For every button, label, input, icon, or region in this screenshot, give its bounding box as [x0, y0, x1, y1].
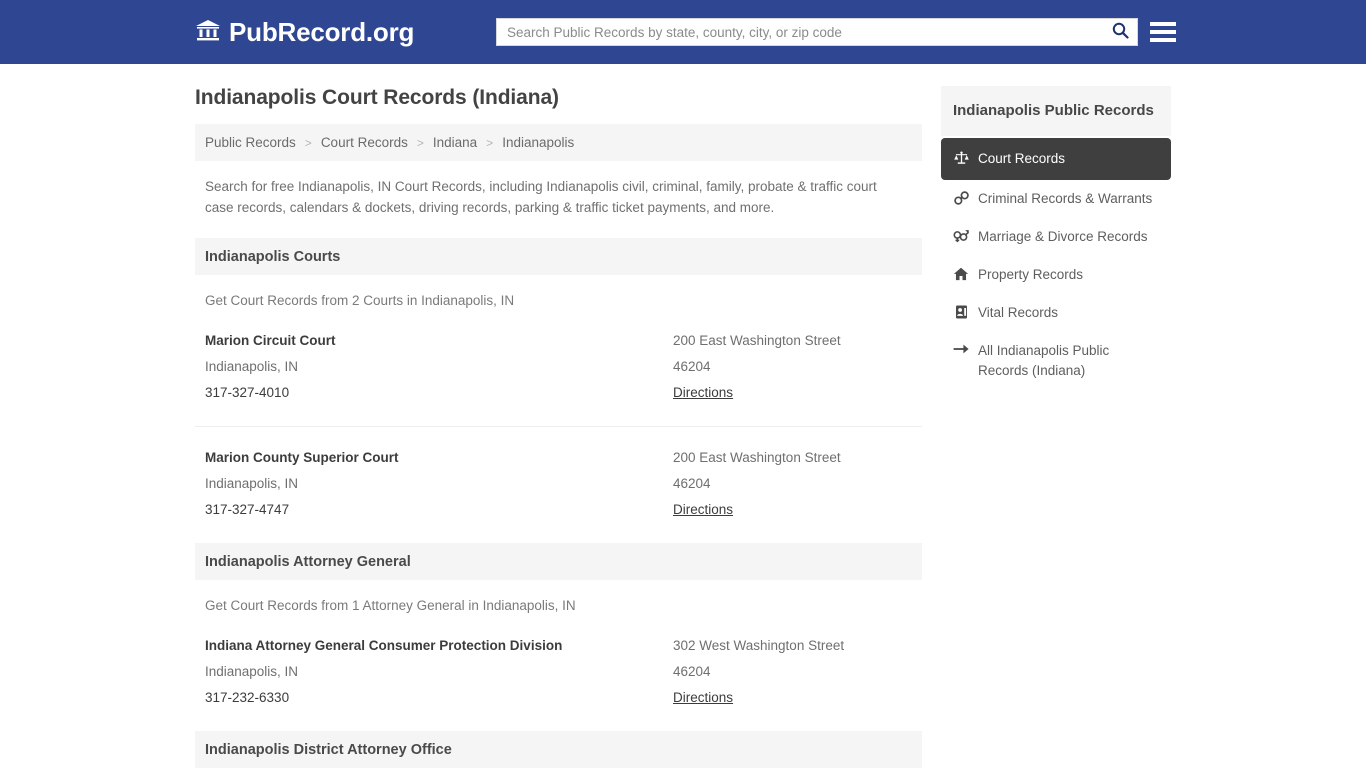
sidebar-item-label: Marriage & Divorce Records: [977, 229, 1148, 244]
sidebar-item-marriage-divorce[interactable]: Marriage & Divorce Records: [941, 218, 1171, 256]
listing-zip: 46204: [673, 664, 711, 679]
id-card-icon: [953, 305, 970, 319]
sidebar-heading: Indianapolis Public Records: [940, 86, 1171, 136]
sidebar-item-label: Property Records: [977, 267, 1084, 282]
listing-city-state: Indianapolis, IN: [205, 664, 299, 679]
directions-link[interactable]: Directions: [673, 690, 733, 705]
section-courts: Indianapolis Courts Get Court Records fr…: [195, 238, 922, 523]
breadcrumb-item-2[interactable]: Indiana: [433, 135, 477, 150]
balance-scale-icon: [953, 151, 970, 165]
handcuffs-icon: [953, 191, 970, 205]
search-icon: [1112, 22, 1129, 42]
search-button[interactable]: [1103, 19, 1137, 45]
listing-details: Indiana Attorney General Consumer Protec…: [205, 633, 673, 711]
sidebar-item-court-records[interactable]: Court Records: [940, 138, 1171, 180]
listing-phone[interactable]: 317-232-6330: [205, 685, 673, 711]
listing-row: Indiana Attorney General Consumer Protec…: [195, 613, 922, 711]
menu-bar-1: [1150, 22, 1176, 26]
section-heading: Indianapolis Courts: [195, 238, 922, 275]
breadcrumb: Public Records > Court Records > Indiana…: [195, 124, 922, 161]
listing-phone[interactable]: 317-327-4747: [205, 497, 673, 523]
breadcrumb-separator: >: [416, 135, 424, 150]
sidebar-list: Court Records Criminal Records & Warrant…: [940, 138, 1171, 390]
section-attorney-general: Indianapolis Attorney General Get Court …: [195, 543, 922, 711]
bank-building-icon: [195, 18, 221, 47]
venus-mars-icon: [953, 229, 970, 243]
listing-city-state: Indianapolis, IN: [205, 359, 299, 374]
listing-row: Marion County Superior Court Indianapoli…: [195, 426, 922, 523]
listing-zip: 46204: [673, 359, 711, 374]
search-bar: [496, 18, 1138, 46]
sidebar-item-label: All Indianapolis Public Records (Indiana…: [977, 343, 1110, 378]
menu-bar-3: [1150, 38, 1176, 42]
sidebar: Indianapolis Public Records Court Record…: [940, 86, 1171, 768]
hamburger-menu-icon[interactable]: [1150, 18, 1176, 46]
listing-address: 200 East Washington Street: [673, 450, 841, 465]
listing-address: 200 East Washington Street: [673, 333, 841, 348]
listing-name[interactable]: Indiana Attorney General Consumer Protec…: [205, 633, 673, 659]
home-icon: [953, 267, 970, 281]
page-title: Indianapolis Court Records (Indiana): [195, 86, 559, 109]
sidebar-item-label: Court Records: [977, 151, 1066, 166]
sidebar-item-all-public-records[interactable]: All Indianapolis Public Records (Indiana…: [941, 332, 1171, 390]
menu-bar-2: [1150, 30, 1176, 34]
site-logo[interactable]: PubRecord.org: [195, 18, 414, 47]
listing-address: 302 West Washington Street: [673, 638, 845, 653]
sidebar-item-vital-records[interactable]: Vital Records: [941, 294, 1171, 332]
section-heading: Indianapolis Attorney General: [195, 543, 922, 580]
listing-row: Marion Circuit Court Indianapolis, IN 31…: [195, 308, 922, 406]
page-intro-text: Search for free Indianapolis, IN Court R…: [205, 179, 877, 215]
listing-address-block: 200 East Washington Street 46204 Directi…: [673, 445, 912, 523]
section-subtitle: Get Court Records from 2 Courts in India…: [205, 293, 515, 308]
site-logo-text: PubRecord.org: [229, 17, 415, 47]
sidebar-item-label: Vital Records: [977, 305, 1059, 320]
listing-address-block: 302 West Washington Street 46204 Directi…: [673, 633, 912, 711]
listing-name[interactable]: Marion County Superior Court: [205, 445, 673, 471]
sidebar-item-label: Criminal Records & Warrants: [977, 191, 1153, 206]
sidebar-item-property-records[interactable]: Property Records: [941, 256, 1171, 294]
listing-details: Marion County Superior Court Indianapoli…: [205, 445, 673, 523]
breadcrumb-item-1[interactable]: Court Records: [321, 135, 408, 150]
breadcrumb-separator: >: [486, 135, 494, 150]
directions-link[interactable]: Directions: [673, 385, 733, 400]
listing-zip: 46204: [673, 476, 711, 491]
listing-phone[interactable]: 317-327-4010: [205, 380, 673, 406]
search-input[interactable]: [497, 19, 1103, 45]
breadcrumb-separator: >: [304, 135, 312, 150]
site-header: PubRecord.org: [0, 0, 1366, 64]
listing-name[interactable]: Marion Circuit Court: [205, 328, 673, 354]
sidebar-item-criminal-records[interactable]: Criminal Records & Warrants: [941, 180, 1171, 218]
directions-link[interactable]: Directions: [673, 502, 733, 517]
section-heading: Indianapolis District Attorney Office: [195, 731, 922, 768]
listing-address-block: 200 East Washington Street 46204 Directi…: [673, 328, 912, 406]
section-subtitle: Get Court Records from 1 Attorney Genera…: [205, 598, 576, 613]
breadcrumb-item-3: Indianapolis: [502, 135, 575, 150]
main-content: Indianapolis Court Records (Indiana) Pub…: [195, 86, 922, 768]
section-district-attorney: Indianapolis District Attorney Office Ge…: [195, 731, 922, 768]
arrow-right-icon: [953, 343, 970, 355]
listing-city-state: Indianapolis, IN: [205, 476, 299, 491]
listing-details: Marion Circuit Court Indianapolis, IN 31…: [205, 328, 673, 406]
page-container: Indianapolis Court Records (Indiana) Pub…: [0, 64, 1366, 768]
breadcrumb-item-0[interactable]: Public Records: [205, 135, 296, 150]
